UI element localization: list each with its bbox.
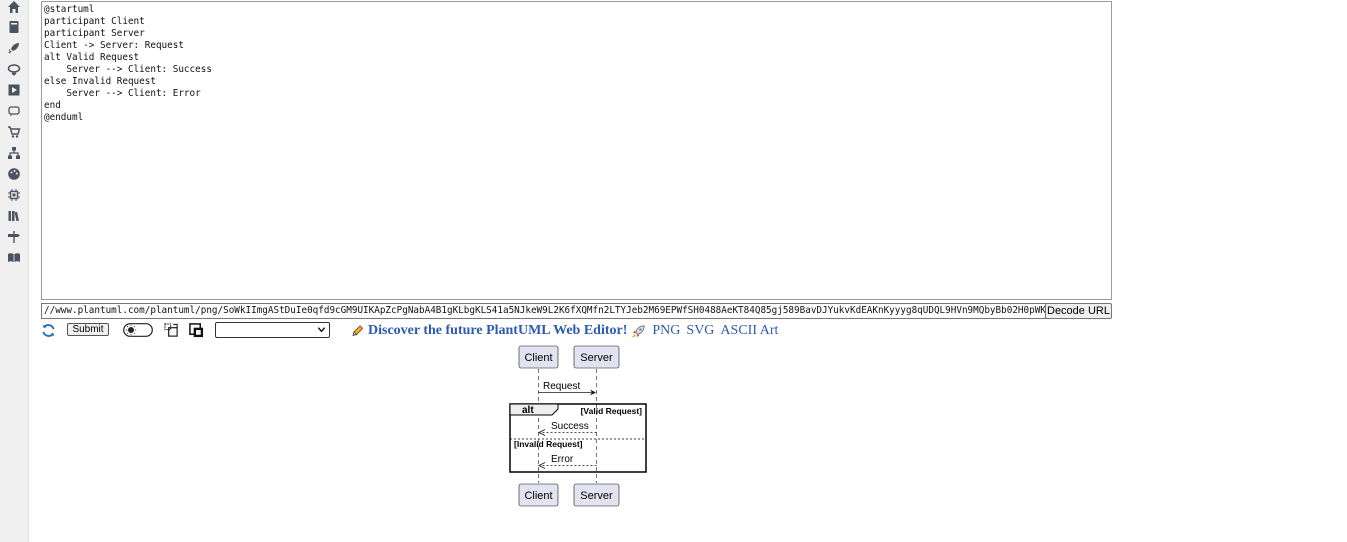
participant-server-bottom-label: Server [580,490,613,502]
error-message-label: Error [551,454,574,465]
sequence-diagram: Client Server Request alt [Valid Request… [497,341,657,513]
library-icon[interactable] [6,209,21,223]
plantuml-source-editor[interactable]: @startuml participant Client participant… [41,1,1112,300]
book-icon[interactable] [6,20,21,34]
valid-request-guard: [Valid Request] [581,406,643,416]
discover-row: Discover the future PlantUML Web Editor!… [350,323,784,339]
rocket-icon [632,324,645,338]
comment-icon[interactable] [6,104,21,118]
invalid-request-guard: [Invalid Request] [514,439,583,449]
chevron-down-icon [317,327,326,333]
copy-icon[interactable] [164,323,179,338]
decode-url-button[interactable]: Decode URL [1045,303,1112,319]
rocket-icon[interactable] [6,41,21,55]
chip-icon[interactable] [6,188,21,202]
discover-web-editor-link[interactable]: Discover the future PlantUML Web Editor! [368,323,627,339]
open-window-icon[interactable] [189,323,204,338]
cloud-icon[interactable] [6,62,21,76]
svg-link[interactable]: SVG [686,323,714,339]
pencil-icon [352,325,364,336]
play-icon[interactable] [6,83,21,97]
palette-icon[interactable] [6,167,21,181]
output-format-select[interactable] [215,322,330,338]
home-icon[interactable] [6,0,21,14]
sitemap-icon[interactable] [6,146,21,160]
submit-button[interactable]: Submit [67,323,109,336]
participant-client-bottom-label: Client [524,490,552,502]
alt-keyword: alt [522,405,534,416]
reader-icon[interactable] [6,251,21,265]
signpost-icon[interactable] [6,230,21,244]
alt-fragment-tab [509,403,559,416]
cart-icon[interactable] [6,125,21,139]
success-message-label: Success [551,421,589,432]
request-message-label: Request [543,381,580,392]
participant-server-top-label: Server [580,352,613,364]
theme-toggle-icon[interactable] [123,323,153,337]
sidebar [0,0,29,542]
ascii-art-link[interactable]: ASCII Art [720,323,778,339]
png-link[interactable]: PNG [652,323,680,339]
diagram-url-input[interactable]: //www.plantuml.com/plantuml/png/SoWkIImg… [41,303,1046,319]
refresh-icon[interactable] [41,323,56,338]
participant-client-top-label: Client [524,352,552,364]
